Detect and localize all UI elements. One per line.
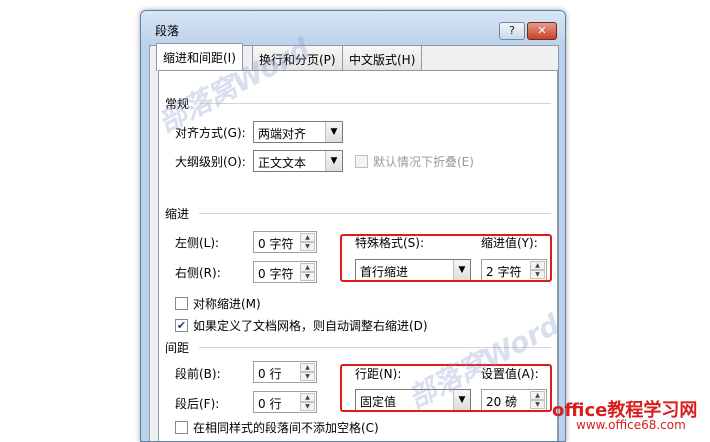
spin-down-icon[interactable]: ▼ — [300, 372, 315, 381]
outline-level-value: 正文文本 — [258, 156, 307, 170]
spin-up-icon[interactable]: ▲ — [300, 233, 315, 242]
left-indent-spinner[interactable]: 0 字符 ▲ ▼ — [253, 231, 317, 253]
spacing-before-label: 段前(B): — [175, 367, 221, 381]
spacing-after-label: 段后(F): — [175, 397, 220, 411]
left-indent-label: 左侧(L): — [175, 236, 220, 250]
auto-adjust-label: 如果定义了文档网格，则自动调整右缩进(D) — [193, 319, 428, 333]
alignment-value: 两端对齐 — [258, 127, 307, 141]
right-indent-value: 0 字符 — [258, 267, 294, 281]
title-bar[interactable]: 段落 ? ✕ — [141, 11, 565, 45]
spin-up-icon[interactable]: ▲ — [300, 263, 315, 272]
outline-level-label: 大纲级别(O): — [175, 155, 246, 169]
alignment-select[interactable]: 两端对齐 ▼ — [253, 121, 343, 143]
spin-up-icon[interactable]: ▲ — [300, 393, 315, 402]
close-button[interactable]: ✕ — [527, 22, 557, 40]
site-url: www.office68.com — [576, 418, 686, 432]
collapse-checkbox[interactable] — [355, 155, 368, 168]
spin-down-icon[interactable]: ▼ — [300, 402, 315, 411]
section-divider — [199, 213, 551, 214]
right-indent-label: 右侧(R): — [175, 266, 221, 280]
spin-down-icon[interactable]: ▼ — [300, 242, 315, 251]
mirror-indents-checkbox[interactable] — [175, 297, 188, 310]
outline-level-select[interactable]: 正文文本 ▼ — [253, 150, 343, 172]
indent-heading: 缩进 — [165, 207, 190, 221]
spacing-before-value: 0 行 — [258, 367, 282, 381]
chevron-down-icon: ▼ — [325, 122, 342, 142]
collapse-label: 默认情况下折叠(E) — [373, 155, 474, 169]
spin-up-icon[interactable]: ▲ — [300, 363, 315, 372]
spin-down-icon[interactable]: ▼ — [300, 272, 315, 281]
highlight-box-indent — [340, 234, 552, 282]
mirror-indents-label: 对称缩进(M) — [193, 297, 261, 311]
tab-asian-typography[interactable]: 中文版式(H) — [342, 45, 423, 71]
right-indent-spinner[interactable]: 0 字符 ▲ ▼ — [253, 261, 317, 283]
no-space-same-style-checkbox[interactable] — [175, 421, 188, 434]
spacing-after-spinner[interactable]: 0 行 ▲ ▼ — [253, 391, 317, 413]
chevron-down-icon: ▼ — [325, 151, 342, 171]
tab-label: 中文版式(H) — [349, 53, 416, 67]
dialog-title: 段落 — [155, 24, 180, 38]
spacing-after-value: 0 行 — [258, 397, 282, 411]
spacing-heading: 间距 — [165, 341, 190, 355]
section-divider — [199, 103, 551, 104]
help-button[interactable]: ? — [499, 22, 525, 40]
left-indent-value: 0 字符 — [258, 237, 294, 251]
tab-label: 缩进和间距(I) — [163, 51, 236, 65]
no-space-same-style-label: 在相同样式的段落间不添加空格(C) — [193, 421, 379, 435]
spacing-before-spinner[interactable]: 0 行 ▲ ▼ — [253, 361, 317, 383]
auto-adjust-checkbox[interactable]: ✔ — [175, 319, 188, 332]
